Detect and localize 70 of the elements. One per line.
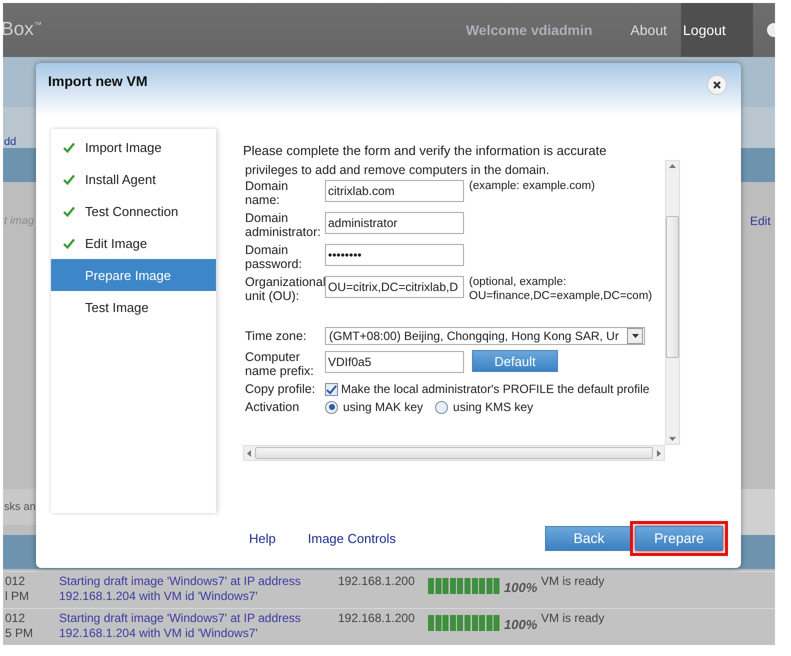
date-text: 012 xyxy=(5,611,26,626)
checkbox-label: Make the local administrator's PROFILE the default profile xyxy=(341,382,650,396)
horizontal-scrollbar[interactable] xyxy=(243,445,665,461)
footer-link[interactable]: Help xyxy=(249,530,276,546)
vertical-scrollbar[interactable] xyxy=(665,160,680,445)
caret-icon xyxy=(632,334,638,338)
ip-address: 192.168.1.200 xyxy=(338,611,416,627)
arrow-up-icon[interactable] xyxy=(669,164,676,168)
check-icon xyxy=(326,384,337,394)
progress-percent: 100% xyxy=(504,580,538,597)
date-text: 5 PM xyxy=(5,626,34,641)
wizard-step[interactable]: Install Agent xyxy=(51,163,216,195)
status-text: VM is ready xyxy=(541,574,606,590)
radio-button[interactable] xyxy=(435,400,448,414)
field-label: Organizational unit (OU): xyxy=(245,275,325,303)
ip-address: 192.168.1.200 xyxy=(338,574,416,590)
close-icon xyxy=(713,81,721,89)
form-note: privileges to add and remove computers in the domain. xyxy=(245,163,550,177)
field-label: Copy profile: xyxy=(245,382,316,396)
nav-link[interactable]: Logout xyxy=(681,3,753,57)
time-zone-dropdown[interactable]: (GMT+08:00) Beijing, Chongqing, Hong Kong SAR, Ur xyxy=(325,327,645,345)
scroll-thumb[interactable] xyxy=(666,216,679,358)
arrow-left-icon[interactable] xyxy=(247,450,251,456)
section-bar xyxy=(741,489,775,535)
task-description: Starting draft image 'Windows7' at IP address 192.168.1.204 with VM id 'Windows7' xyxy=(59,574,302,605)
field-label: Activation xyxy=(245,400,300,414)
scroll-thumb[interactable] xyxy=(255,447,653,459)
intro-text: Please complete the form and verify the information is accurate xyxy=(243,143,608,158)
date-text: 012 xyxy=(5,574,26,589)
wizard-step[interactable]: Import Image xyxy=(51,131,216,163)
field-label: Computer name prefix: xyxy=(245,350,315,378)
section-text: sks an xyxy=(4,501,36,513)
field-label: Domain name: xyxy=(245,179,290,207)
task-description: Starting draft image 'Windows7' at IP address 192.168.1.204 with VM id 'Windows7' xyxy=(59,611,302,642)
text-field[interactable]: administrator xyxy=(325,212,464,234)
field-label: Domain administrator: xyxy=(245,211,322,239)
progress-percent: 100% xyxy=(504,617,538,634)
text-field[interactable]: VDIf0a5 xyxy=(325,351,464,373)
field-hint: (example: example.com) xyxy=(469,179,596,193)
field-hint: (optional, example: OU=finance,DC=example,DC=com) xyxy=(469,275,654,303)
edit-link[interactable]: Edit xyxy=(750,214,771,228)
text-field[interactable]: •••••••• xyxy=(325,244,464,266)
radio-label: using KMS key xyxy=(453,400,534,414)
section-header xyxy=(3,148,37,182)
close-button[interactable] xyxy=(707,75,727,95)
status-text: VM is ready xyxy=(541,611,606,627)
check-icon xyxy=(63,142,75,152)
check-icon xyxy=(63,206,75,216)
radio-label: using MAK key xyxy=(343,400,424,414)
wizard-step[interactable]: Test Connection xyxy=(51,195,216,227)
checkbox[interactable] xyxy=(325,382,338,396)
text-field[interactable]: citrixlab.com xyxy=(325,180,464,202)
dialog-title: Import new VM xyxy=(48,73,149,89)
check-icon xyxy=(63,174,75,184)
field-label: Domain password: xyxy=(245,243,303,271)
nav-link[interactable]: About xyxy=(630,22,667,38)
add-link[interactable]: dd xyxy=(4,136,16,148)
radio-button[interactable] xyxy=(325,400,338,414)
check-icon xyxy=(63,238,75,248)
arrow-right-icon[interactable] xyxy=(657,450,661,456)
section-header xyxy=(741,148,775,182)
wizard-step[interactable]: Edit Image xyxy=(51,227,216,259)
arrow-down-icon[interactable] xyxy=(669,437,676,441)
text-field[interactable]: OU=citrix,DC=citrixlab,D xyxy=(325,276,464,298)
field-label: Time zone: xyxy=(245,329,308,343)
footer-link[interactable]: Image Controls xyxy=(308,530,396,546)
wizard-step[interactable]: Test Image xyxy=(51,291,216,323)
wizard-step[interactable]: Prepare Image xyxy=(51,259,216,291)
welcome-text: Welcome vdiadmin xyxy=(466,22,592,38)
date-text: l PM xyxy=(5,589,30,604)
